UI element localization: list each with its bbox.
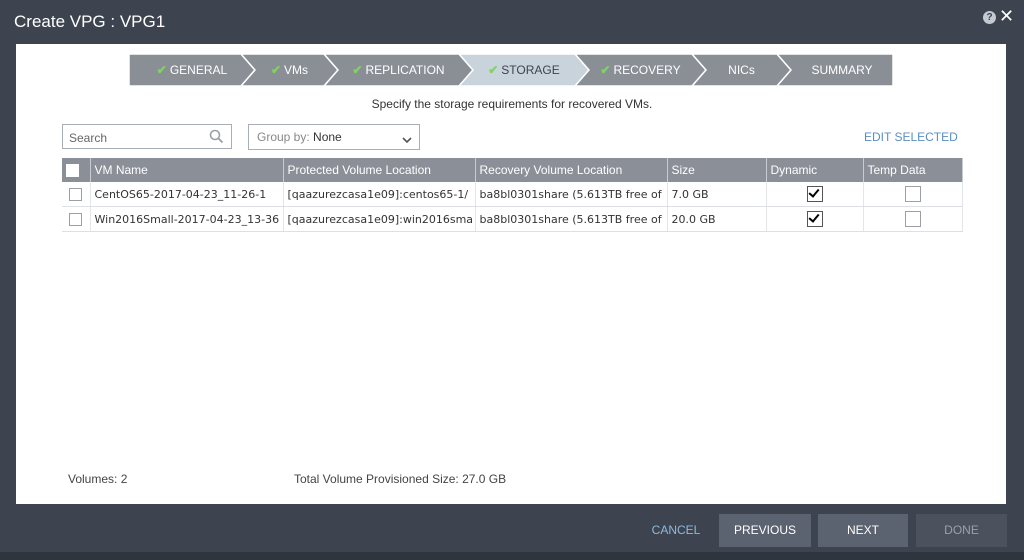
wizard-step-label: REPLICATION bbox=[365, 63, 445, 77]
vm-name-cell: Win2016Small-2017-04-23_13-36 bbox=[90, 206, 284, 232]
dynamic-cell bbox=[766, 206, 864, 232]
wizard-step-summary[interactable]: SUMMARY bbox=[777, 54, 893, 86]
create-vpg-dialog: Create VPG : VPG1 ? ✕ ✔ GENERAL ✔ VMs ✔ REPLI… bbox=[0, 0, 1024, 560]
dynamic-cell bbox=[766, 182, 864, 207]
dialog-title: Create VPG : VPG1 bbox=[14, 12, 166, 31]
check-icon: ✔ bbox=[270, 63, 282, 77]
dynamic-checkbox[interactable] bbox=[806, 211, 823, 227]
wizard-step-storage[interactable]: ✔ STORAGE bbox=[459, 54, 575, 86]
select-all-checkbox[interactable] bbox=[66, 164, 79, 178]
wizard-step-label: SUMMARY bbox=[811, 63, 873, 77]
previous-button[interactable]: PREVIOUS bbox=[719, 514, 811, 547]
size-cell: 7.0 GB bbox=[667, 182, 767, 207]
next-button[interactable]: NEXT bbox=[818, 514, 908, 547]
table-header-row: VM Name Protected Volume Location Recove… bbox=[62, 158, 963, 182]
volumes-count: Volumes: 2 bbox=[68, 472, 128, 486]
done-button[interactable]: DONE bbox=[916, 514, 1007, 547]
wizard-steps: ✔ GENERAL ✔ VMs ✔ REPLICATION ✔ STORAGE ✔ RECOVER… bbox=[129, 54, 893, 86]
search-box[interactable] bbox=[62, 124, 232, 149]
wizard-step-label: STORAGE bbox=[501, 63, 560, 77]
temp-data-cell bbox=[863, 182, 963, 207]
total-provisioned-size: Total Volume Provisioned Size: 27.0 GB bbox=[294, 472, 507, 486]
row-select-checkbox[interactable] bbox=[69, 187, 83, 201]
chevron-down-icon[interactable] bbox=[401, 130, 413, 154]
col-vm-name[interactable]: VM Name bbox=[90, 158, 284, 182]
col-recovery-volume-location[interactable]: Recovery Volume Location bbox=[475, 158, 668, 182]
table-row[interactable]: Win2016Small-2017-04-23_13-36 [qaazurezc… bbox=[62, 206, 963, 232]
col-dynamic[interactable]: Dynamic bbox=[766, 158, 864, 182]
wizard-step-label: VMs bbox=[284, 63, 309, 77]
edit-selected-link[interactable]: EDIT SELECTED bbox=[864, 130, 958, 144]
vm-name-cell: CentOS65-2017-04-23_11-26-1 bbox=[90, 182, 284, 207]
col-size[interactable]: Size bbox=[667, 158, 767, 182]
wizard-step-vms[interactable]: ✔ VMs bbox=[241, 54, 324, 86]
search-icon[interactable] bbox=[209, 129, 224, 148]
row-select-checkbox[interactable] bbox=[69, 212, 83, 226]
check-icon: ✔ bbox=[600, 63, 611, 77]
wizard-step-replication[interactable]: ✔ REPLICATION bbox=[324, 54, 459, 86]
cancel-button[interactable]: CANCEL bbox=[640, 514, 712, 547]
col-temp-data[interactable]: Temp Data bbox=[863, 158, 963, 182]
recovery-volume-cell: ba8bl0301share (5.613TB free of bbox=[475, 182, 668, 207]
select-all-header[interactable] bbox=[62, 158, 91, 182]
recovery-volume-cell: ba8bl0301share (5.613TB free of bbox=[475, 206, 668, 232]
help-icon[interactable]: ? bbox=[983, 11, 996, 24]
window-bottom-edge bbox=[0, 552, 1024, 560]
page-instructions: Specify the storage requirements for rec… bbox=[371, 97, 653, 111]
wizard-step-general[interactable]: ✔ GENERAL bbox=[129, 54, 241, 86]
temp-data-checkbox[interactable] bbox=[904, 211, 921, 227]
check-icon: ✔ bbox=[156, 63, 167, 77]
wizard-step-nics[interactable]: NICs bbox=[692, 54, 777, 86]
close-icon[interactable]: ✕ bbox=[999, 7, 1014, 27]
protected-volume-cell: [qaazurezcasa1e09]:win2016sma bbox=[283, 206, 476, 232]
col-protected-volume-location[interactable]: Protected Volume Location bbox=[283, 158, 476, 182]
temp-data-cell bbox=[863, 206, 963, 232]
table-row[interactable]: CentOS65-2017-04-23_11-26-1 [qaazurezcas… bbox=[62, 182, 963, 207]
row-select-cell[interactable] bbox=[62, 182, 91, 207]
row-select-cell[interactable] bbox=[62, 206, 91, 232]
wizard-step-label: GENERAL bbox=[169, 63, 228, 77]
group-by-value: None bbox=[313, 130, 342, 144]
search-input[interactable] bbox=[67, 126, 209, 149]
wizard-step-label: NICs bbox=[728, 63, 755, 77]
check-icon: ✔ bbox=[352, 63, 363, 77]
group-by-label: Group by: bbox=[257, 130, 310, 144]
temp-data-checkbox[interactable] bbox=[904, 186, 921, 202]
dialog-content bbox=[16, 44, 1006, 504]
group-by-select[interactable]: Group by: None bbox=[248, 124, 420, 150]
wizard-step-label: RECOVERY bbox=[613, 63, 681, 77]
wizard-step-recovery[interactable]: ✔ RECOVERY bbox=[575, 54, 692, 86]
title-bar: Create VPG : VPG1 ? ✕ bbox=[0, 0, 1024, 44]
protected-volume-cell: [qaazurezcasa1e09]:centos65-1/ bbox=[283, 182, 476, 207]
size-cell: 20.0 GB bbox=[667, 206, 767, 232]
dynamic-checkbox[interactable] bbox=[806, 186, 823, 202]
vm-storage-table: VM Name Protected Volume Location Recove… bbox=[62, 158, 963, 232]
check-icon: ✔ bbox=[488, 63, 499, 77]
